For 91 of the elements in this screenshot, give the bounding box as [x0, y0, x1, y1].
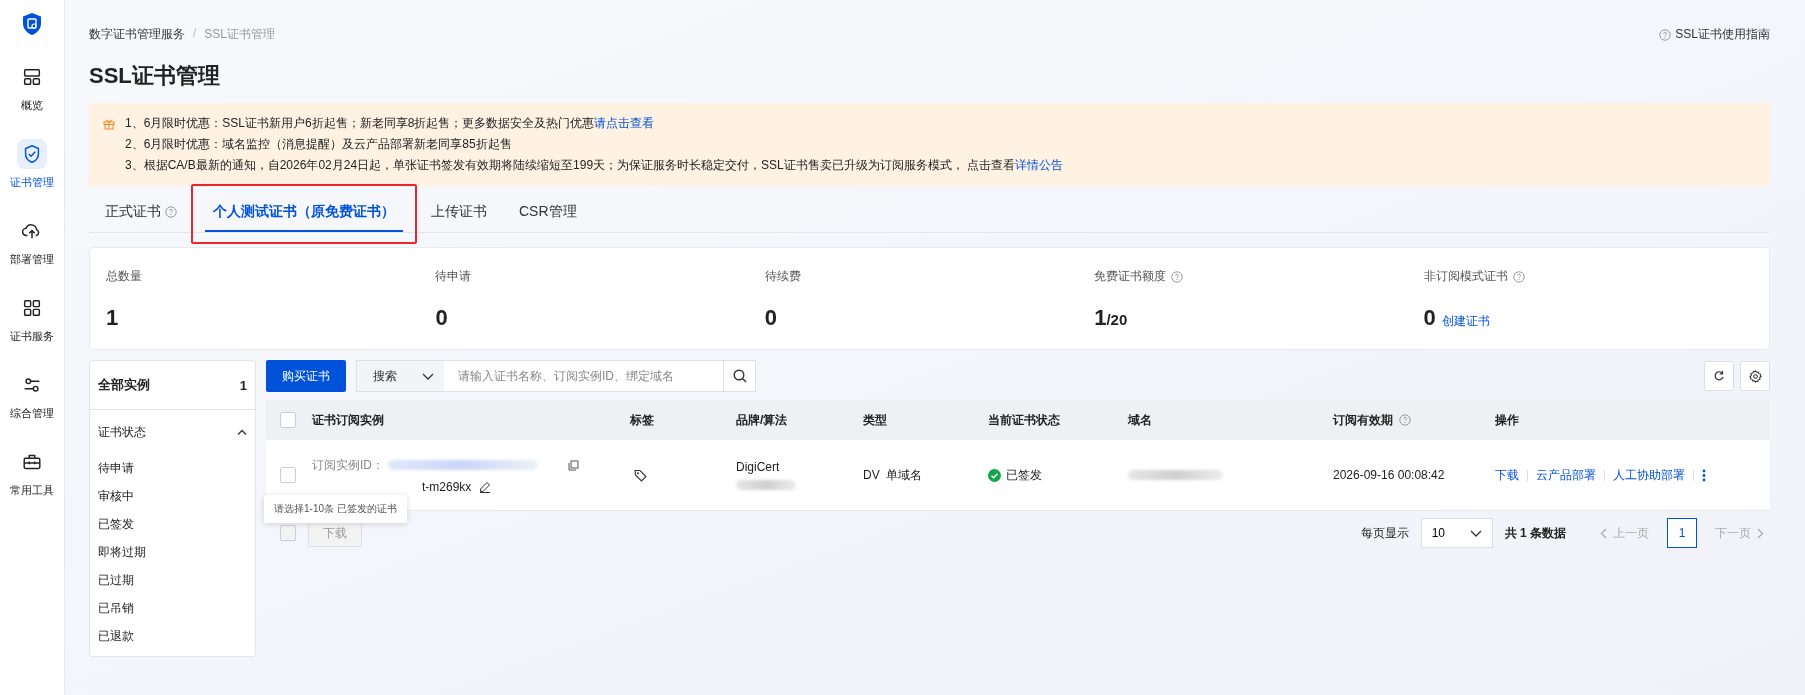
stat-value: 0: [764, 305, 778, 331]
page-title: SSL证书管理: [89, 62, 221, 90]
stat-suffix: /20: [1106, 311, 1128, 328]
brand-text: DigiCert: [736, 460, 781, 474]
filter-item[interactable]: 已过期: [90, 566, 255, 594]
tab[interactable]: 上传证书: [415, 192, 503, 232]
page-size-label: 每页显示: [1360, 524, 1409, 542]
checkbox[interactable]: [280, 467, 296, 483]
dashboard-icon: [21, 66, 43, 88]
stat-value: 0: [435, 305, 448, 331]
breadcrumb-item[interactable]: 数字证书管理服务: [89, 26, 185, 43]
filter-item[interactable]: 审核中: [90, 482, 255, 510]
column-header: 类型: [863, 411, 887, 429]
help-icon: [1171, 270, 1184, 283]
page-button[interactable]: 1: [1667, 518, 1697, 548]
settings-button[interactable]: [1740, 361, 1770, 391]
column-header: 证书订阅实例: [312, 411, 384, 429]
filter-item[interactable]: 已吊销: [90, 594, 255, 622]
breadcrumb-separator: /: [193, 26, 197, 42]
page-size-select[interactable]: 10: [1420, 518, 1493, 548]
tab[interactable]: 正式证书: [89, 192, 193, 232]
status-text: 已签发: [1006, 466, 1042, 484]
total-count: 共 1 条数据: [1504, 524, 1566, 542]
filter-item[interactable]: 待申请: [90, 454, 255, 482]
search-icon: [732, 369, 747, 383]
action-link[interactable]: 云产品部署: [1536, 466, 1596, 484]
tab[interactable]: 个人测试证书（原免费证书）: [205, 192, 403, 232]
filter-item[interactable]: 即将过期: [90, 538, 255, 566]
sidebar-item[interactable]: 概览: [2, 56, 62, 119]
breadcrumb-item: SSL证书管理: [204, 26, 276, 43]
notice-text: 2、6月限时优惠：域名监控（消息提醒）及云产品部署新老同享85折起售: [125, 136, 513, 153]
edit-icon[interactable]: [479, 480, 492, 493]
buy-button[interactable]: 购买证书: [266, 360, 346, 392]
sidebar-item[interactable]: 部署管理: [2, 210, 62, 273]
gift-icon: [103, 118, 115, 130]
help-icon: [1512, 270, 1525, 283]
refresh-icon: [1713, 370, 1725, 382]
instance-name: t-m269kx: [422, 479, 472, 494]
filter-count: 1: [239, 377, 247, 393]
shield-logo[interactable]: [21, 12, 43, 36]
help-icon: [1399, 414, 1411, 426]
column-header: 域名: [1128, 411, 1152, 429]
filter-all[interactable]: 全部实例: [98, 376, 150, 394]
notice-text: 3、根据CA/B最新的通知，自2026年02月24日起，单张证书签发有效期将陆续缩短至199天；为保证服务时长稳定交付，SSL证书售卖已升级为订阅服务模式， 点击查看详情公告: [125, 157, 1064, 174]
stat-label: 待续费: [764, 268, 801, 285]
refresh-button[interactable]: [1704, 361, 1734, 391]
caret-icon: [1469, 529, 1482, 537]
stat-label: 总数量: [106, 268, 142, 285]
column-header: 订阅有效期: [1333, 411, 1411, 429]
tooltip: 请选择1-10条 已签发的证书: [264, 494, 407, 523]
stat-label: 待申请: [435, 268, 472, 285]
stat-value: 1: [1094, 305, 1107, 331]
stat-value: 0: [1423, 305, 1436, 331]
column-header: 品牌/算法: [736, 411, 788, 429]
create-link[interactable]: 创建证书: [1441, 313, 1490, 330]
sidebar-item[interactable]: 证书管理: [2, 133, 62, 196]
search-button[interactable]: [724, 360, 756, 392]
tag-icon[interactable]: [634, 468, 647, 482]
expiry-text: 2026-09-16 00:08:42: [1333, 468, 1446, 482]
filter-item[interactable]: 已签发: [90, 510, 255, 538]
tab[interactable]: CSR管理: [503, 192, 593, 232]
copy-icon[interactable]: [568, 459, 579, 471]
sidebar-item[interactable]: 综合管理: [2, 364, 62, 427]
chevron-icon[interactable]: [237, 429, 247, 435]
blurred-text: [736, 480, 796, 490]
grid-icon: [21, 297, 43, 319]
filter-item[interactable]: 已退款: [90, 622, 255, 650]
column-header: 操作: [1495, 411, 1519, 429]
filter-group[interactable]: 证书状态: [98, 423, 146, 441]
notice-text: 1、6月限时优惠：SSL证书新用户6折起售；新老同享8折起售；更多数据安全及热门优惠请点击查看: [125, 115, 656, 132]
guide-link[interactable]: SSL证书使用指南: [1659, 26, 1770, 43]
column-header: 标签: [630, 411, 654, 429]
help-icon: [165, 206, 177, 218]
action-link[interactable]: 人工协助部署: [1613, 466, 1685, 484]
chevron-left-icon: [1600, 527, 1607, 539]
notice-link[interactable]: 详情公告: [1015, 158, 1064, 172]
stat-label: 非订阅模式证书: [1423, 268, 1525, 285]
instance-id-label: 订阅实例ID：: [312, 456, 384, 474]
type-text: DV 单域名: [863, 466, 924, 484]
column-header: 当前证书状态: [988, 411, 1060, 429]
sidebar-item[interactable]: 常用工具: [2, 441, 62, 504]
notice-link[interactable]: 请点击查看: [594, 116, 655, 130]
settings-icon: [1748, 369, 1762, 383]
sidebar-item[interactable]: 证书服务: [2, 287, 62, 350]
checkbox[interactable]: [280, 412, 296, 428]
stat-value: 1: [106, 305, 119, 331]
action-link[interactable]: 下载: [1495, 466, 1519, 484]
help-icon: [1659, 28, 1672, 41]
chevron-right-icon: [1757, 527, 1764, 539]
more-icon[interactable]: [1702, 468, 1706, 482]
stat-label: 免费证书额度: [1094, 268, 1184, 285]
